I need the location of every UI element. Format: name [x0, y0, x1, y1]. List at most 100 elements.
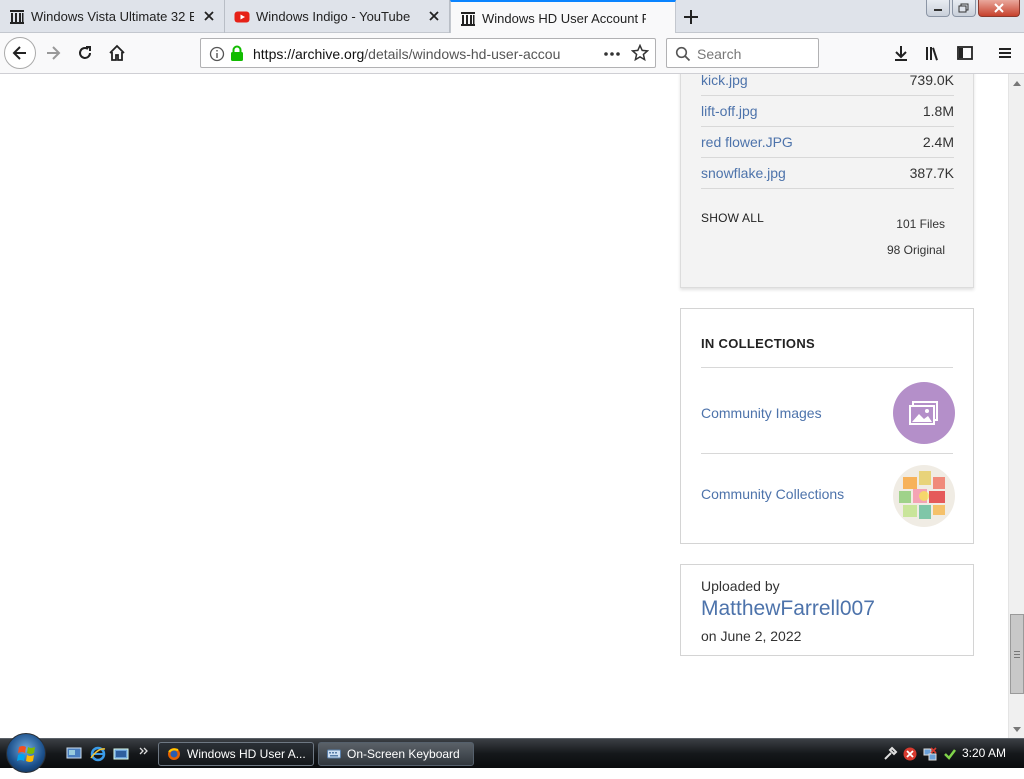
- restore-button[interactable]: [952, 0, 976, 17]
- url-path: /details/windows-hd-user-accou: [364, 46, 561, 62]
- taskbar-button-label: Windows HD User A...: [187, 747, 306, 761]
- divider: [701, 367, 953, 368]
- file-link[interactable]: snowflake.jpg: [701, 165, 786, 181]
- internet-explorer-icon[interactable]: [90, 746, 106, 762]
- file-link[interactable]: kick.jpg: [701, 74, 748, 88]
- new-tab-icon[interactable]: [680, 6, 702, 28]
- back-button[interactable]: [4, 37, 36, 69]
- forward-button[interactable]: [38, 38, 68, 68]
- download-files-panel: kick.jpg 739.0K lift-off.jpg 1.8M red fl…: [680, 74, 974, 288]
- lock-icon[interactable]: [230, 45, 244, 61]
- page-content: kick.jpg 739.0K lift-off.jpg 1.8M red fl…: [0, 74, 1008, 738]
- tab-title: Windows Vista Ultimate 32 Bit: [31, 9, 194, 24]
- collage-icon[interactable]: [893, 465, 955, 527]
- file-size: 1.8M: [922, 103, 954, 119]
- bookmark-star-icon[interactable]: [631, 44, 649, 62]
- forward-arrow-icon: [47, 46, 61, 60]
- uploaded-by-label: Uploaded by: [701, 578, 780, 594]
- archive-icon: [10, 10, 24, 24]
- file-link[interactable]: lift-off.jpg: [701, 103, 758, 119]
- scroll-up-button[interactable]: [1009, 74, 1024, 91]
- tab-strip: Windows Vista Ultimate 32 Bit Windows In…: [0, 0, 1024, 34]
- windows-taskbar: Windows HD User A... On-Screen Keyboard …: [0, 733, 1024, 773]
- collection-link-community-collections[interactable]: Community Collections: [701, 486, 844, 502]
- chevron-right-icon[interactable]: [138, 744, 150, 760]
- tab-title: Windows Indigo - YouTube: [256, 9, 411, 24]
- system-tray: [882, 739, 958, 769]
- network-icon[interactable]: [922, 746, 938, 762]
- scroll-down-button[interactable]: [1009, 721, 1024, 738]
- close-window-button[interactable]: [978, 0, 1020, 17]
- original-count: 98 Original: [886, 243, 945, 257]
- keyboard-icon: [327, 749, 341, 759]
- file-row: snowflake.jpg 387.7K: [701, 158, 954, 189]
- minimize-icon: [934, 9, 942, 11]
- downloads-button[interactable]: [886, 38, 916, 68]
- download-icon: [895, 46, 907, 61]
- url-bar[interactable]: https://archive.org/details/windows-hd-u…: [200, 38, 656, 68]
- search-input[interactable]: [697, 45, 815, 63]
- collections-panel: IN COLLECTIONS Community Images Communit…: [680, 308, 974, 544]
- navigation-toolbar: https://archive.org/details/windows-hd-u…: [0, 33, 1024, 74]
- library-icon: [926, 47, 938, 61]
- scrollbar-thumb[interactable]: [1010, 614, 1024, 694]
- restore-icon: [958, 3, 969, 13]
- tab-vista[interactable]: Windows Vista Ultimate 32 Bit: [0, 0, 225, 33]
- sidebar-icon: [957, 46, 973, 60]
- menu-button[interactable]: [990, 38, 1020, 68]
- file-row: red flower.JPG 2.4M: [701, 127, 954, 158]
- show-all-link[interactable]: SHOW ALL: [701, 211, 764, 225]
- close-icon[interactable]: [202, 9, 216, 23]
- vertical-scrollbar[interactable]: [1008, 74, 1024, 738]
- start-button[interactable]: [6, 733, 46, 773]
- youtube-icon: [234, 11, 250, 23]
- file-row: lift-off.jpg 1.8M: [701, 96, 954, 127]
- hamburger-menu-icon: [999, 48, 1011, 58]
- show-desktop-icon[interactable]: [66, 746, 82, 762]
- uploader-link[interactable]: MatthewFarrell007: [701, 597, 875, 621]
- file-size: 739.0K: [909, 74, 954, 88]
- switch-windows-icon[interactable]: [113, 746, 129, 762]
- info-icon[interactable]: [209, 46, 225, 62]
- upload-date: on June 2, 2022: [701, 628, 802, 644]
- scroll-down-icon: [1013, 726, 1021, 732]
- files-count: 101 Files: [896, 217, 945, 231]
- image-collection-icon[interactable]: [893, 382, 955, 444]
- library-button[interactable]: [918, 38, 948, 68]
- taskbar-button-keyboard[interactable]: On-Screen Keyboard: [318, 742, 474, 766]
- archive-icon: [461, 12, 475, 26]
- close-icon: [994, 3, 1004, 13]
- collection-link-community-images[interactable]: Community Images: [701, 405, 822, 421]
- back-arrow-icon: [12, 46, 26, 60]
- window-controls: [926, 0, 1020, 17]
- close-icon[interactable]: [427, 9, 441, 23]
- tools-icon[interactable]: [882, 746, 898, 762]
- security-alert-icon[interactable]: [902, 746, 918, 762]
- file-link[interactable]: red flower.JPG: [701, 134, 793, 150]
- minimize-button[interactable]: [926, 0, 950, 17]
- grip-icon: [1014, 651, 1020, 658]
- collage-image: [899, 471, 945, 519]
- windows-logo-icon: [17, 746, 35, 762]
- home-button[interactable]: [102, 38, 132, 68]
- firefox-icon: [168, 748, 180, 760]
- uploader-panel: Uploaded by MatthewFarrell007 on June 2,…: [680, 564, 974, 656]
- tab-windows-hd[interactable]: Windows HD User Account Pic: [450, 0, 676, 34]
- url-text[interactable]: https://archive.org/details/windows-hd-u…: [253, 46, 573, 62]
- taskbar-button-firefox[interactable]: Windows HD User A...: [158, 742, 314, 766]
- url-domain: https://archive.org: [253, 46, 365, 62]
- search-icon: [675, 46, 691, 62]
- sidebar-button[interactable]: [950, 38, 980, 68]
- search-bar[interactable]: [666, 38, 819, 68]
- taskbar-clock[interactable]: 3:20 AM: [962, 746, 1006, 760]
- tab-title: Windows HD User Account Pic: [482, 11, 646, 26]
- reload-button[interactable]: [70, 38, 100, 68]
- tab-youtube[interactable]: Windows Indigo - YouTube: [225, 0, 450, 33]
- file-row: kick.jpg 739.0K: [701, 74, 954, 96]
- scroll-up-icon: [1013, 80, 1021, 86]
- divider: [701, 453, 953, 454]
- reload-icon: [79, 46, 91, 59]
- update-check-icon[interactable]: [942, 746, 958, 762]
- file-size: 387.7K: [909, 165, 954, 181]
- page-actions-icon[interactable]: [603, 46, 621, 62]
